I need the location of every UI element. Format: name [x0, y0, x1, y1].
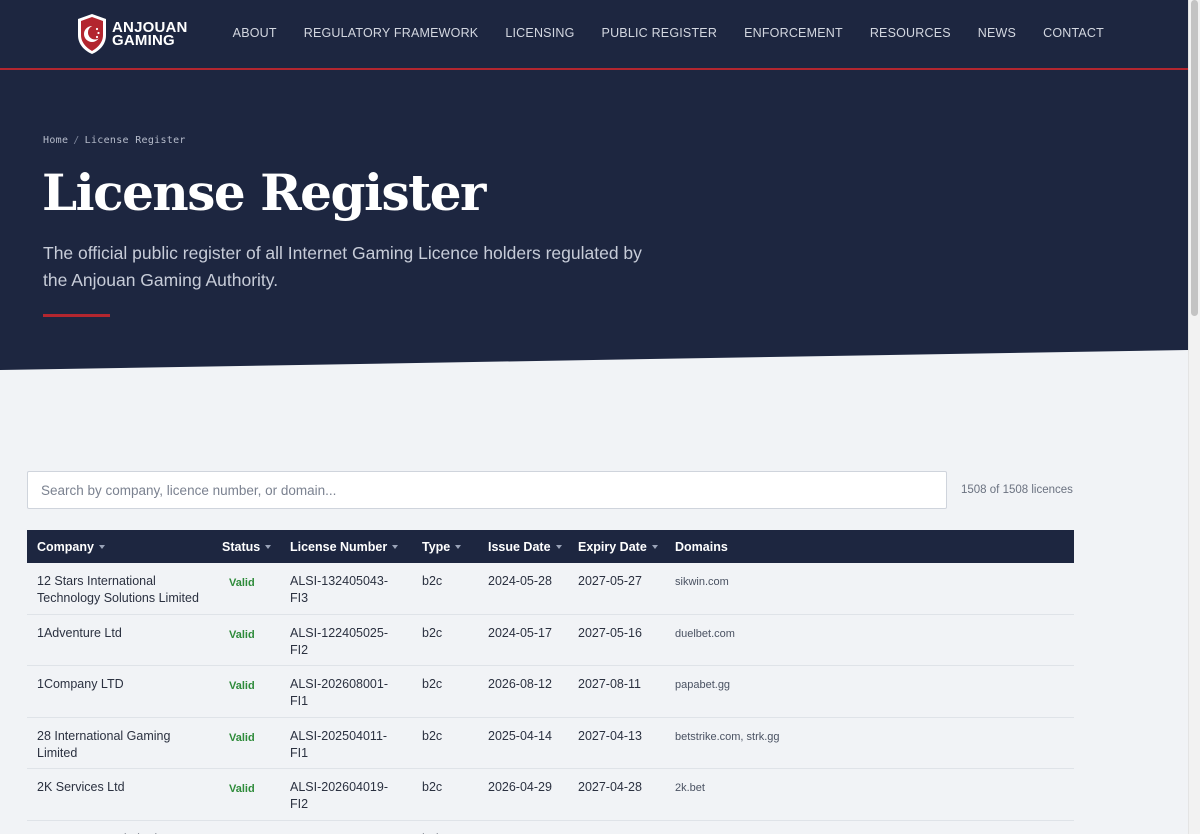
type-cell: b2b & — [422, 831, 472, 834]
expiry-date-cell: 2027-05-27 — [578, 574, 642, 588]
type-cell: b2c — [422, 728, 443, 743]
issue-date-cell: 2026-08-12 — [488, 677, 552, 691]
header-label: Company — [37, 539, 94, 554]
nav-resources[interactable]: RESOURCES — [870, 26, 951, 40]
brand-logo[interactable]: ANJOUAN GAMING — [76, 13, 188, 55]
page-subtitle: The official public register of all Inte… — [43, 243, 642, 290]
status-badge: Valid — [229, 577, 255, 589]
issue-date-cell: 2026-04-29 — [488, 780, 552, 794]
company-cell: 1Adventure Ltd — [37, 625, 122, 640]
issue-date-cell: 2024-05-28 — [488, 574, 552, 588]
accent-divider — [43, 314, 110, 317]
breadcrumb-separator: / — [73, 135, 80, 146]
column-header-type[interactable]: Type — [422, 539, 462, 554]
sort-caret-icon — [555, 545, 562, 550]
brand-text: ANJOUAN GAMING — [112, 20, 188, 48]
column-header-license-number[interactable]: License Number — [290, 539, 399, 554]
company-cell: 28 International Gaming Limited — [37, 728, 171, 760]
sort-caret-icon — [98, 545, 105, 550]
domains-cell: duelbet.com — [675, 627, 735, 640]
type-cell: b2c — [422, 780, 443, 794]
company-cell: 1Company LTD — [37, 677, 124, 691]
table-row[interactable]: 1Adventure Ltd Valid ALSI-122405025-FI2 b2c… — [27, 615, 1074, 666]
search-input[interactable] — [27, 471, 947, 509]
result-count: 1508 of 1508 licences — [961, 484, 1073, 496]
nav-regulatory-framework[interactable]: REGULATORY FRAMEWORK — [304, 26, 479, 40]
type-cell: b2c — [422, 625, 443, 640]
nav-contact[interactable]: CONTACT — [1043, 26, 1104, 40]
license-number-cell: ALSI-202508020- — [290, 831, 400, 834]
license-number-cell: ALSI-132405043-FI3 — [290, 574, 388, 605]
header-label: Issue Date — [488, 539, 551, 554]
license-number-cell: ALSI-122405025-FI2 — [290, 625, 388, 657]
column-header-expiry-date[interactable]: Expiry Date — [578, 540, 658, 554]
page-title: License Register — [42, 163, 486, 222]
status-badge: Valid — [229, 680, 255, 692]
license-number-cell: ALSI-202608001-FI1 — [290, 677, 388, 708]
expiry-date-cell: 2027-08-11 — [578, 677, 642, 691]
table-row[interactable]: 2K Services Ltd Valid ALSI-202604019-FI2 b2… — [27, 769, 1074, 821]
nav-about[interactable]: ABOUT — [233, 26, 277, 40]
nav-news[interactable]: NEWS — [978, 26, 1016, 40]
type-cell: b2c — [422, 574, 443, 588]
table-row[interactable]: 3 192 832208 LimitedValidALSI-202508020-… — [27, 821, 1074, 834]
domains-cell: betstrike.com, strk.gg — [675, 730, 780, 743]
expiry-date-cell: 2026-08-18 — [578, 831, 663, 834]
sort-caret-icon — [265, 545, 272, 550]
column-header-domains: Domains — [675, 540, 728, 554]
header-label: Type — [422, 539, 451, 554]
company-cell: 12 Stars International Technology Soluti… — [37, 574, 199, 605]
domains-cell: papabet.gg — [675, 679, 731, 691]
license-number-cell: ALSI-202604019-FI2 — [290, 780, 388, 811]
scrollbar-thumb[interactable] — [1191, 0, 1198, 316]
breadcrumb-current: License Register — [84, 135, 186, 146]
table-row[interactable]: 28 International Gaming Limited Valid ALSI… — [27, 718, 1074, 769]
column-header-status[interactable]: Status — [222, 539, 272, 554]
license-number-cell: ALSI-202504011-FI1 — [290, 728, 388, 760]
domains-cell: sikwin.com — [675, 576, 729, 588]
column-header-company[interactable]: Company — [37, 540, 105, 554]
status-badge: Valid — [229, 783, 255, 795]
table-body: 12 Stars International Technology Soluti… — [27, 563, 1074, 834]
header-label: Expiry Date — [578, 539, 647, 554]
table-row[interactable]: 12 Stars International Technology Soluti… — [27, 563, 1074, 615]
main-nav: ABOUT REGULATORY FRAMEWORK LICENSING PUB… — [233, 26, 1104, 40]
column-header-issue-date[interactable]: Issue Date — [488, 540, 562, 554]
breadcrumb-home[interactable]: Home — [43, 135, 68, 146]
sort-caret-icon — [651, 545, 658, 550]
company-cell: 3 192 832208 Limited — [37, 831, 212, 834]
header-label: Domains — [675, 539, 728, 554]
breadcrumb: Home / License Register — [43, 135, 186, 146]
expiry-date-cell: 2027-05-16 — [578, 625, 642, 640]
hero-section: Home / License Register License Register T… — [0, 70, 1188, 370]
expiry-date-cell: 2027-04-13 — [578, 728, 642, 743]
issue-date-cell: 2025-08-19 — [488, 831, 568, 834]
status-badge: Valid — [229, 731, 255, 744]
table-header: Company Status License Number Type Issue… — [27, 530, 1074, 563]
page-scrollbar[interactable] — [1188, 0, 1200, 834]
header-label: Status — [222, 539, 261, 554]
type-cell: b2c — [422, 677, 443, 691]
nav-enforcement[interactable]: ENFORCEMENT — [744, 26, 843, 40]
license-table: Company Status License Number Type Issue… — [27, 530, 1074, 834]
table-row[interactable]: 1Company LTD Valid ALSI-202608001-FI1 b2c 20… — [27, 666, 1074, 718]
sort-caret-icon — [455, 545, 462, 550]
shield-logo-icon — [78, 14, 106, 54]
nav-public-register[interactable]: PUBLIC REGISTER — [602, 26, 718, 40]
company-cell: 2K Services Ltd — [37, 780, 125, 794]
domains-cell: 2k.bet — [675, 782, 705, 794]
expiry-date-cell: 2027-04-28 — [578, 780, 642, 794]
top-navbar: ANJOUAN GAMING ABOUT REGULATORY FRAMEWOR… — [0, 0, 1188, 70]
header-label: License Number — [290, 539, 388, 554]
issue-date-cell: 2024-05-17 — [488, 625, 552, 640]
issue-date-cell: 2025-04-14 — [488, 728, 552, 743]
nav-licensing[interactable]: LICENSING — [505, 26, 574, 40]
status-badge: Valid — [229, 628, 255, 641]
sort-caret-icon — [392, 545, 399, 550]
